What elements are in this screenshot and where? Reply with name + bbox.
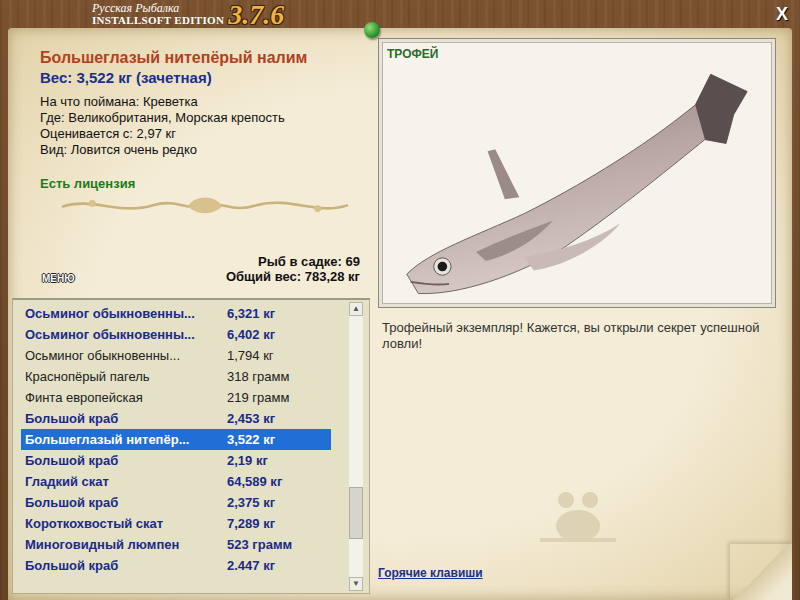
left-column: Большеглазый нитепёрый налимВес: 3,522 к… [8, 28, 370, 600]
title-bar: Русская РыбалкаINSTALLSOFT EDITION3.7.6X [0, 0, 800, 28]
scroll-track[interactable] [349, 316, 363, 577]
fish-details: На что поймана: КреветкаГде: Великобрита… [40, 94, 360, 158]
fish-name: Большеглазый нитепёрый налим [40, 48, 360, 68]
scroll-up-button[interactable]: ▲ [349, 302, 363, 316]
close-button[interactable]: X [774, 0, 790, 29]
row-name: Краснопёрый пагель [25, 369, 227, 384]
logo-version: 3.7.6 [228, 0, 284, 30]
row-name: Финта европейская [25, 390, 227, 405]
catch-row[interactable]: Большеглазый нитепёр...3,522 кг [21, 429, 331, 450]
row-weight: 2,453 кг [227, 411, 331, 426]
row-name: Короткохвостый скат [25, 516, 227, 531]
detail-line: Где: Великобритания, Морская крепость [40, 110, 360, 126]
row-weight: 6,402 кг [227, 327, 331, 342]
catch-row[interactable]: Миноговидный люмпен523 грамм [21, 534, 331, 555]
menu-button[interactable]: МЕНЮ [40, 273, 77, 284]
trophy-label: ТРОФЕЙ [387, 47, 438, 61]
catch-row[interactable]: Большой краб2,375 кг [21, 492, 331, 513]
catch-row[interactable]: Краснопёрый пагель318 грамм [21, 366, 331, 387]
catch-row[interactable]: Финта европейская219 грамм [21, 387, 331, 408]
keepnet-summary: Рыб в садке: 69Общий вес: 783,28 кг [226, 254, 360, 284]
catch-row[interactable]: Осьминог обыкновенны...6,402 кг [21, 324, 331, 345]
catch-row[interactable]: Большой краб2,453 кг [21, 408, 331, 429]
row-name: Большеглазый нитепёр... [25, 432, 227, 447]
ornament-icon [40, 193, 370, 219]
scroll-thumb[interactable] [349, 487, 363, 539]
scroll-down-button[interactable]: ▼ [349, 577, 363, 591]
row-weight: 219 грамм [227, 390, 331, 405]
fish-photo: ТРОФЕЙ [378, 38, 776, 308]
row-weight: 3,522 кг [227, 432, 331, 447]
license-status: Есть лицензия [40, 176, 360, 191]
row-name: Миноговидный люмпен [25, 537, 227, 552]
trophy-message: Трофейный экземпляр! Кажется, вы открыли… [382, 320, 772, 352]
catch-row[interactable]: Гладкий скат64,589 кг [21, 471, 331, 492]
detail-line: Вид: Ловится очень редко [40, 142, 360, 158]
detail-line: На что поймана: Креветка [40, 94, 360, 110]
page-curl-icon[interactable] [730, 544, 792, 600]
keepnet-row: МЕНЮ Рыб в садке: 69Общий вес: 783,28 кг [40, 254, 360, 286]
row-weight: 318 грамм [227, 369, 331, 384]
row-weight: 2.447 кг [227, 558, 331, 573]
catch-row[interactable]: Большой краб2,19 кг [21, 450, 331, 471]
parchment-panel: Большеглазый нитепёрый налимВес: 3,522 к… [8, 28, 792, 600]
catch-row[interactable]: Короткохвостый скат7,289 кг [21, 513, 331, 534]
catch-row[interactable]: Осьминог обыкновенны...6,321 кг [21, 303, 331, 324]
catch-row[interactable]: Большой краб2.447 кг [21, 555, 331, 576]
row-weight: 2,375 кг [227, 495, 331, 510]
row-weight: 523 грамм [227, 537, 331, 552]
row-weight: 64,589 кг [227, 474, 331, 489]
row-weight: 6,321 кг [227, 306, 331, 321]
fish-info: Большеглазый нитепёрый налимВес: 3,522 к… [12, 32, 370, 286]
hotkeys-link[interactable]: Горячие клавиши [378, 566, 776, 580]
row-name: Осьминог обыкновенны... [25, 348, 227, 363]
fish-icon [387, 55, 767, 305]
row-weight: 1,794 кг [227, 348, 331, 363]
total-weight: Общий вес: 783,28 кг [226, 269, 360, 284]
logo-edition: INSTALLSOFT EDITION [92, 14, 224, 26]
scrollbar[interactable]: ▲▼ [349, 302, 363, 591]
detail-line: Оценивается с: 2,97 кг [40, 126, 360, 142]
fish-count: Рыб в садке: 69 [258, 254, 360, 269]
logo-text: Русская РыбалкаINSTALLSOFT EDITION [92, 0, 224, 26]
row-weight: 7,289 кг [227, 516, 331, 531]
catch-list: Осьминог обыкновенны...6,321 кгОсьминог … [12, 298, 370, 594]
fish-weight: Вес: 3,522 кг (зачетная) [40, 68, 360, 88]
row-name: Большой краб [25, 453, 227, 468]
row-name: Большой краб [25, 495, 227, 510]
pin-icon [364, 22, 380, 38]
row-name: Осьминог обыкновенны... [25, 327, 227, 342]
game-screen: Русская РыбалкаINSTALLSOFT EDITION3.7.6X… [0, 0, 800, 600]
row-name: Осьминог обыкновенны... [25, 306, 227, 321]
row-weight: 2,19 кг [227, 453, 331, 468]
row-name: Большой краб [25, 558, 227, 573]
logo-title: Русская Рыбалка [92, 2, 224, 14]
catch-row[interactable]: Осьминог обыкновенны...1,794 кг [21, 345, 331, 366]
emblem-icon [538, 486, 618, 546]
row-name: Большой краб [25, 411, 227, 426]
row-name: Гладкий скат [25, 474, 227, 489]
game-logo: Русская РыбалкаINSTALLSOFT EDITION3.7.6 [92, 0, 284, 30]
catch-rows: Осьминог обыкновенны...6,321 кгОсьминог … [13, 300, 349, 593]
